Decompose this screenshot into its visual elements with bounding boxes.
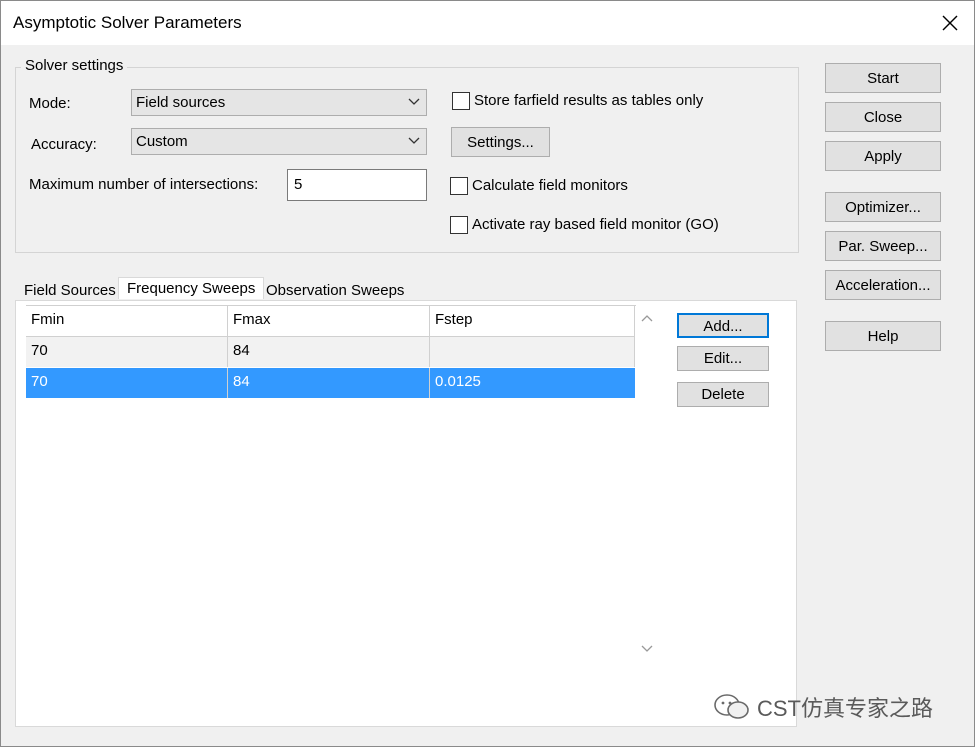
help-button[interactable]: Help: [825, 321, 941, 351]
accuracy-value: Custom: [136, 133, 188, 150]
table-cell: 84: [228, 368, 430, 398]
column-header-fstep[interactable]: Fstep: [430, 306, 635, 336]
tab-field-sources[interactable]: Field Sources: [24, 282, 116, 302]
accuracy-label: Accuracy:: [31, 136, 97, 153]
title-bar: Asymptotic Solver Parameters: [1, 1, 974, 45]
table-cell: 0.0125: [435, 373, 481, 390]
acceleration-button[interactable]: Acceleration...: [825, 270, 941, 300]
max-intersections-label: Maximum number of intersections:: [29, 176, 259, 193]
table-cell: 84: [228, 337, 430, 367]
wechat-icon: [714, 694, 749, 719]
tab-frequency-sweeps[interactable]: Frequency Sweeps: [118, 277, 265, 299]
calc-field-monitors-label: Calculate field monitors: [472, 177, 628, 194]
table-cell: 70: [26, 337, 228, 367]
store-farfield-checkbox[interactable]: [452, 92, 470, 110]
start-button[interactable]: Start: [825, 63, 941, 93]
mode-value: Field sources: [136, 94, 226, 111]
tab-observation-sweeps[interactable]: Observation Sweeps: [266, 282, 404, 302]
close-icon[interactable]: [933, 7, 967, 39]
apply-button[interactable]: Apply: [825, 141, 941, 171]
chevron-down-icon: [408, 137, 420, 144]
window-title: Asymptotic Solver Parameters: [13, 13, 242, 32]
table-row-selected[interactable]: 70 84 0.0125: [26, 368, 635, 398]
mode-select[interactable]: Field sources: [131, 89, 427, 116]
settings-button[interactable]: Settings...: [451, 127, 550, 157]
optimizer-button[interactable]: Optimizer...: [825, 192, 941, 222]
max-intersections-input[interactable]: 5: [287, 169, 427, 201]
close-button[interactable]: Close: [825, 102, 941, 132]
frequency-sweeps-table: Fmin Fmax Fstep 70 84 70 84 0.0125: [26, 305, 636, 662]
store-farfield-label: Store farfield results as tables only: [474, 92, 704, 109]
table-header: Fmin Fmax Fstep: [26, 306, 635, 337]
solver-settings-label: Solver settings: [21, 57, 128, 74]
calc-field-monitors-checkbox[interactable]: [450, 177, 468, 195]
table-row[interactable]: 70 84: [26, 337, 635, 367]
table-cell: 70: [26, 368, 228, 398]
edit-button[interactable]: Edit...: [677, 346, 769, 371]
add-button[interactable]: Add...: [677, 313, 769, 338]
scroll-down-icon[interactable]: [640, 644, 654, 654]
ray-field-monitor-checkbox[interactable]: [450, 216, 468, 234]
table-cell: [430, 337, 635, 367]
solver-parameters-dialog: Asymptotic Solver Parameters Solver sett…: [0, 0, 975, 747]
delete-button[interactable]: Delete: [677, 382, 769, 407]
column-header-fmin[interactable]: Fmin: [26, 306, 228, 336]
column-header-fmax[interactable]: Fmax: [228, 306, 430, 336]
scroll-up-icon[interactable]: [640, 313, 654, 323]
par-sweep-button[interactable]: Par. Sweep...: [825, 231, 941, 261]
watermark-text: CST仿真专家之路: [757, 696, 934, 721]
chevron-down-icon: [408, 98, 420, 105]
accuracy-select[interactable]: Custom: [131, 128, 427, 155]
mode-label: Mode:: [29, 95, 71, 112]
ray-field-monitor-label: Activate ray based field monitor (GO): [472, 216, 719, 233]
